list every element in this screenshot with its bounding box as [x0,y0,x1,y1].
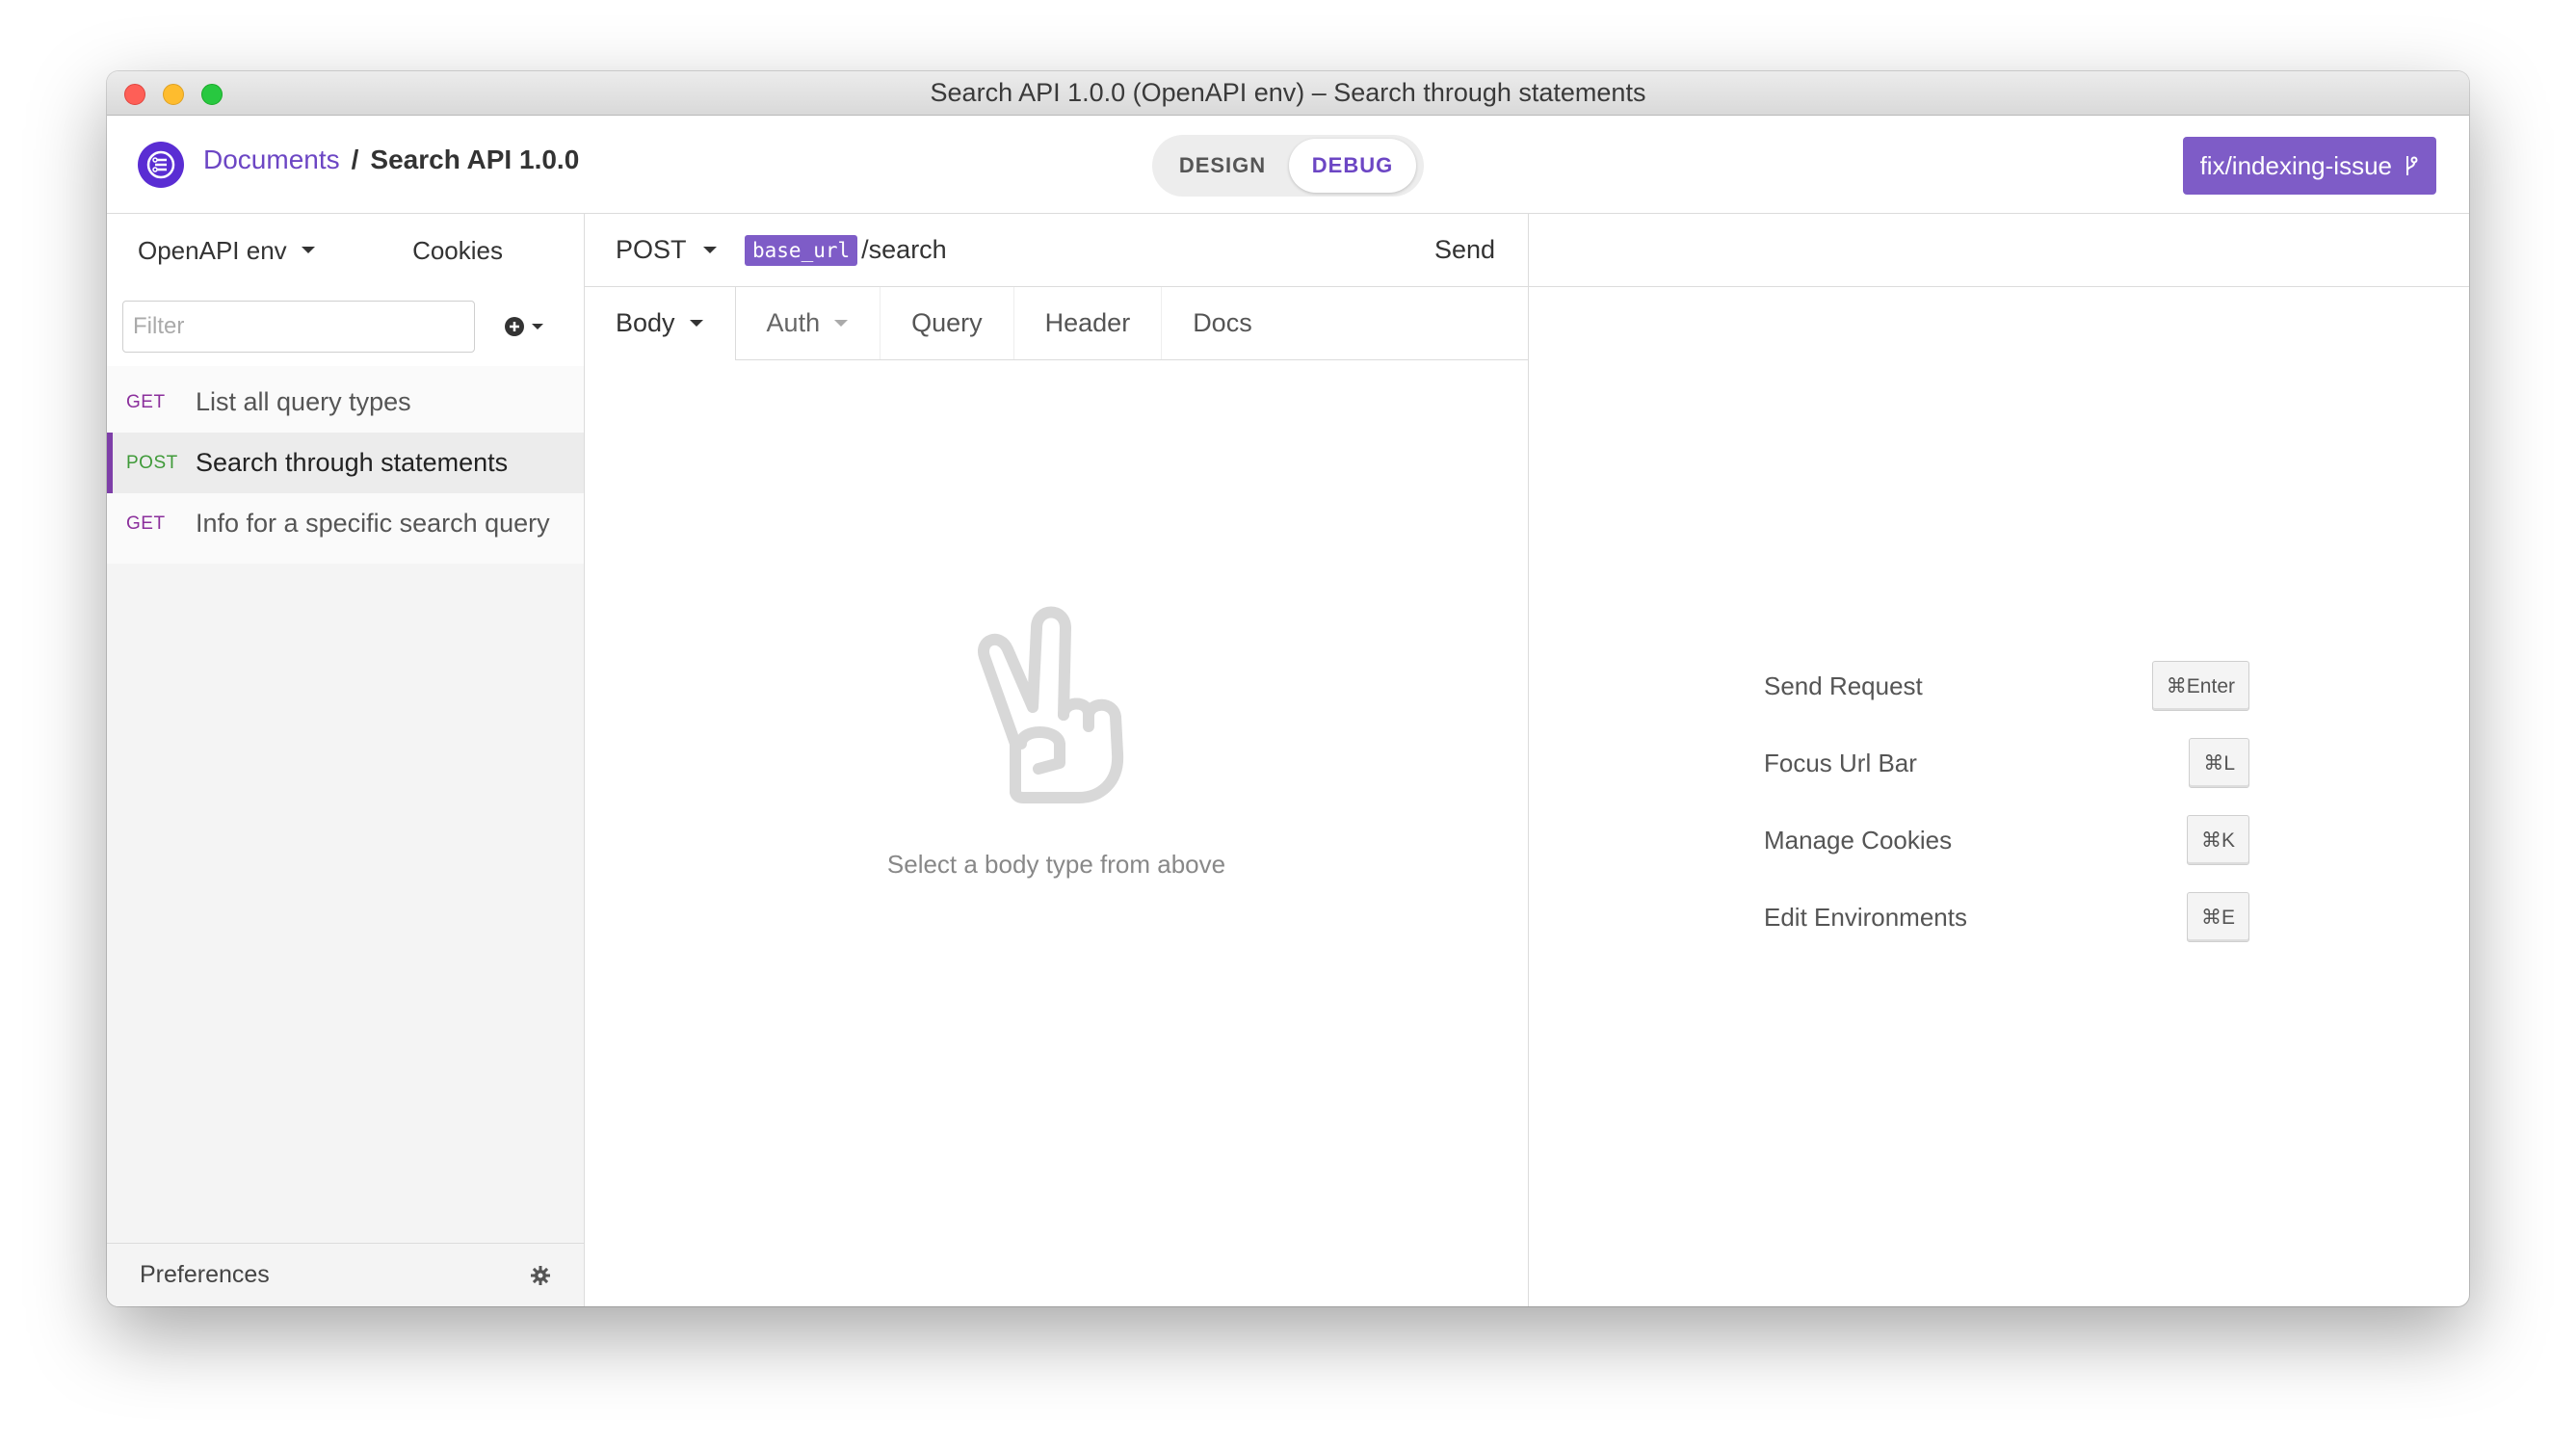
shortcut-label: Send Request [1764,671,1923,700]
request-item-search-statements[interactable]: POST Search through statements [107,433,584,493]
close-window-button[interactable] [124,84,145,105]
preferences-bar[interactable]: Preferences [107,1243,584,1306]
breadcrumb-separator: / [351,145,359,174]
chevron-down-icon [532,323,543,329]
chevron-down-icon [834,319,849,327]
app-window: Search API 1.0.0 (OpenAPI env) – Search … [107,71,2469,1306]
response-pane: Send Request ⌘Enter Focus Url Bar ⌘L Man… [1529,214,2469,1306]
tab-docs[interactable]: Docs [1162,287,1283,359]
tab-auth[interactable]: Auth [736,287,881,359]
git-branch-button[interactable]: fix/indexing-issue [2182,137,2436,195]
method-label: POST [616,235,687,264]
maximize-window-button[interactable] [201,84,223,105]
gear-icon[interactable] [530,1265,551,1286]
filter-input[interactable] [122,301,475,353]
request-item-search-query-info[interactable]: GET Info for a specific search query [107,493,584,554]
environment-select[interactable]: OpenAPI env [138,236,316,266]
request-item-list-query-types[interactable]: GET List all query types [107,372,584,433]
tab-label: Docs [1193,308,1252,337]
request-method: GET [126,391,166,412]
cookies-button[interactable]: Cookies [412,236,503,266]
body-empty-state: Select a body type from above [585,599,1528,880]
shortcut-row: Manage Cookies ⌘K [1764,802,2249,879]
chevron-down-icon [689,319,703,327]
shortcut-key: ⌘L [2189,738,2249,788]
breadcrumb-documents-link[interactable]: Documents [203,145,340,175]
tab-header[interactable]: Header [1014,287,1163,359]
url-path: /search [861,235,947,264]
tab-query[interactable]: Query [881,287,1014,359]
tab-label: Query [911,308,983,337]
response-header [1529,214,2469,287]
request-list: GET List all query types POST Search thr… [107,366,584,564]
environment-label: OpenAPI env [138,235,287,265]
empty-state-message: Select a body type from above [886,850,1226,879]
mode-toggle: DESIGN DEBUG [1152,135,1424,197]
shortcut-label: Focus Url Bar [1764,748,1917,777]
request-method: POST [126,452,178,473]
debug-mode-button[interactable]: DEBUG [1289,139,1416,193]
branch-label: fix/indexing-issue [2199,150,2392,180]
url-input[interactable]: base_url /search [745,234,947,266]
tab-label: Header [1044,308,1131,337]
keyboard-shortcuts: Send Request ⌘Enter Focus Url Bar ⌘L Man… [1764,647,2249,956]
title-bar: Search API 1.0.0 (OpenAPI env) – Search … [107,71,2469,116]
plus-circle-icon [505,317,524,336]
git-branch-icon [2406,156,2418,175]
request-label: List all query types [196,387,411,416]
preferences-label: Preferences [140,1261,270,1288]
request-tabs: Body Auth Query Header Docs [585,287,1528,360]
peace-hand-icon [977,606,1123,803]
shortcut-row: Focus Url Bar ⌘L [1764,724,2249,802]
shortcut-key: ⌘K [2186,815,2249,865]
request-label: Info for a specific search query [196,509,550,538]
app-header: Documents / Search API 1.0.0 DESIGN DEBU… [107,116,2469,214]
design-mode-button[interactable]: DESIGN [1156,139,1289,193]
breadcrumb-current-document: Search API 1.0.0 [370,145,580,174]
chevron-down-icon [702,246,717,253]
shortcut-key: ⌘Enter [2151,661,2249,711]
shortcut-label: Manage Cookies [1764,825,1953,855]
shortcut-label: Edit Environments [1764,902,1967,932]
tab-body[interactable]: Body [585,287,736,360]
window-controls [124,84,223,105]
shortcut-key: ⌘E [2186,892,2249,942]
shortcut-row: Edit Environments ⌘E [1764,879,2249,956]
url-bar: POST base_url /search Send [585,214,1528,287]
method-select[interactable]: POST [616,235,745,265]
sidebar-toolbar: OpenAPI env Cookies [107,214,584,287]
chevron-down-icon [301,247,315,253]
add-request-button[interactable] [504,316,544,337]
sidebar: OpenAPI env Cookies GET List all query t… [107,214,585,1306]
shortcut-row: Send Request ⌘Enter [1764,647,2249,724]
app-logo-icon[interactable] [138,142,184,188]
request-label: Search through statements [196,448,509,477]
minimize-window-button[interactable] [163,84,184,105]
request-method: GET [126,513,166,534]
window-title: Search API 1.0.0 (OpenAPI env) – Search … [930,78,1646,107]
send-button[interactable]: Send [1434,235,1495,265]
filter-row [107,287,584,366]
tab-label: Auth [766,308,821,337]
tab-label: Body [616,308,675,337]
request-pane: POST base_url /search Send Body Auth Que… [585,214,1529,1306]
url-variable-tag[interactable]: base_url [745,234,858,266]
breadcrumb: Documents / Search API 1.0.0 [203,145,579,175]
